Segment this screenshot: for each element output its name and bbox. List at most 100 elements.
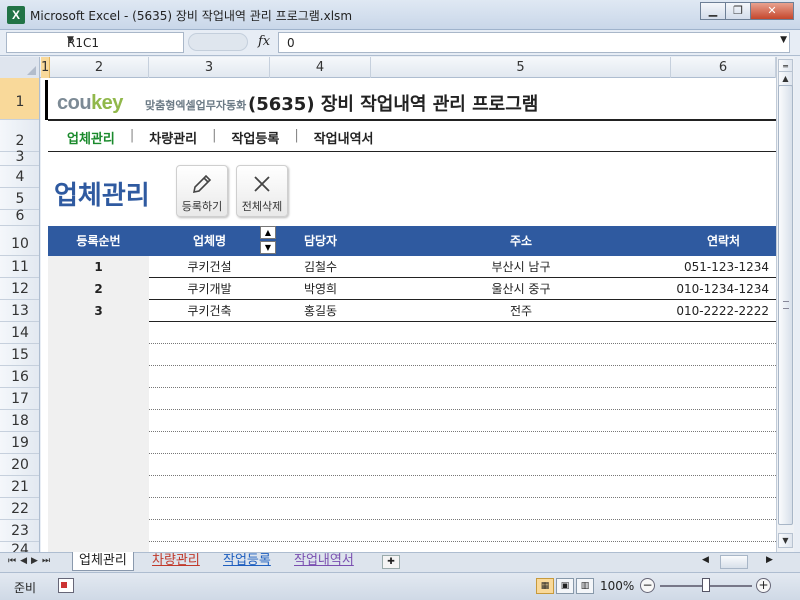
formula-input[interactable]: 0 ▼ — [278, 32, 790, 53]
column-header-3[interactable]: 3 — [149, 57, 270, 78]
expand-formula-icon[interactable]: ▼ — [780, 35, 787, 45]
row-header[interactable]: 18 — [0, 410, 39, 432]
sort-ascending-button[interactable]: ▲ — [260, 226, 276, 239]
row-header[interactable]: 19 — [0, 432, 39, 454]
page-layout-view-icon[interactable]: ▣ — [556, 578, 574, 594]
window-controls: ▁ ❐ ✕ — [700, 2, 794, 20]
row-header[interactable]: 12 — [0, 278, 39, 300]
zoom-out-button[interactable]: − — [640, 578, 655, 593]
row-header[interactable]: 17 — [0, 388, 39, 410]
insert-function-icon[interactable]: fx — [258, 34, 270, 49]
normal-view-icon[interactable]: ▦ — [536, 578, 554, 594]
row-header[interactable]: 22 — [0, 498, 39, 520]
program-title: (5635) 장비 작업내역 관리 프로그램 — [248, 94, 539, 115]
row-header[interactable]: 2 — [0, 120, 39, 152]
empty-row[interactable] — [48, 498, 776, 520]
nav-divider — [48, 151, 776, 152]
empty-row[interactable] — [48, 542, 776, 552]
restore-button[interactable]: ❐ — [725, 2, 751, 20]
row-header[interactable]: 10 — [0, 226, 39, 256]
horizontal-scrollbar[interactable]: ◀ ▶ — [700, 555, 790, 570]
row-header[interactable]: 3 — [0, 150, 39, 166]
page-break-view-icon[interactable]: ▥ — [576, 578, 594, 594]
nav-item-work-register[interactable]: 작업등록 — [231, 128, 279, 147]
zoom-in-button[interactable]: + — [756, 578, 771, 593]
empty-row[interactable] — [48, 454, 776, 476]
table-row[interactable]: 2 쿠키개발 박영희 울산시 중구 010-1234-1234 — [48, 278, 776, 300]
address-cell: 부산시 남구 — [491, 260, 551, 274]
column-header-4[interactable]: 4 — [270, 57, 371, 78]
table-row[interactable]: 3 쿠키건축 홍길동 전주 010-2222-2222 — [48, 300, 776, 322]
manager-cell: 김철수 — [303, 260, 338, 274]
main-nav: 업체관리 | 차량관리 | 작업등록 | 작업내역서 — [67, 128, 389, 147]
sheet-tab-vehicle[interactable]: 차량관리 — [146, 552, 206, 571]
row-header[interactable]: 14 — [0, 322, 39, 344]
empty-row[interactable] — [48, 322, 776, 344]
scroll-up-button[interactable]: ▲ — [778, 71, 793, 86]
title-bar: X Microsoft Excel - (5635) 장비 작업내역 관리 프로… — [0, 0, 800, 30]
sheet-tab-work-register[interactable]: 작업등록 — [217, 552, 277, 571]
formula-tools: fx — [188, 32, 276, 53]
company-cell: 쿠키건축 — [187, 304, 232, 318]
insert-sheet-icon[interactable]: ✚ — [382, 555, 400, 569]
empty-row[interactable] — [48, 520, 776, 542]
column-phone-header: 연락처 — [706, 234, 741, 248]
empty-row[interactable] — [48, 432, 776, 454]
row-header[interactable]: 11 — [0, 256, 39, 278]
row-header[interactable]: 15 — [0, 344, 39, 366]
row-header[interactable]: 5 — [0, 188, 39, 210]
scroll-left-button[interactable]: ◀ — [702, 555, 709, 565]
phone-cell: 051-123-1234 — [683, 260, 769, 274]
vertical-scroll-thumb[interactable] — [778, 85, 793, 525]
empty-row[interactable] — [48, 410, 776, 432]
row-header[interactable]: 16 — [0, 366, 39, 388]
scroll-right-button[interactable]: ▶ — [766, 555, 773, 565]
worksheet[interactable]: coukey 맞춤형엑셀업무자동화 (5635) 장비 작업내역 관리 프로그램… — [41, 78, 776, 552]
scroll-down-button[interactable]: ▼ — [778, 533, 793, 548]
excel-app-icon[interactable]: X — [7, 6, 25, 24]
tab-navigation-arrows[interactable]: ⏮◀▶⏭ — [8, 556, 54, 566]
empty-row[interactable] — [48, 388, 776, 410]
select-all-corner[interactable] — [0, 57, 40, 78]
row-header[interactable]: 6 — [0, 209, 39, 226]
macro-record-icon[interactable] — [58, 578, 74, 593]
sort-descending-button[interactable]: ▼ — [260, 241, 276, 254]
row-header[interactable]: 1 — [0, 78, 39, 120]
empty-row[interactable] — [48, 366, 776, 388]
status-bar: 준비 ▦ ▣ ▥ 100% − + — [0, 572, 800, 600]
vertical-scrollbar[interactable]: ═ ▲ ▼ — [776, 57, 794, 552]
minimize-button[interactable]: ▁ — [700, 2, 726, 20]
column-header-1[interactable]: 1 — [41, 57, 50, 78]
formula-bar: R1C1 ▼ fx 0 ▼ — [0, 30, 800, 56]
delete-all-button[interactable]: 전체삭제 — [236, 165, 288, 217]
table-row[interactable]: 1 쿠키건설 김철수 부산시 남구 051-123-1234 — [48, 256, 776, 278]
zoom-level[interactable]: 100% — [600, 579, 634, 593]
horizontal-scroll-thumb[interactable] — [720, 555, 748, 569]
register-button[interactable]: 등록하기 — [176, 165, 228, 217]
empty-row[interactable] — [48, 476, 776, 498]
nav-item-company[interactable]: 업체관리 — [67, 128, 115, 147]
pencil-icon — [177, 172, 227, 196]
row-header[interactable]: 23 — [0, 520, 39, 542]
row-header[interactable]: 21 — [0, 476, 39, 498]
row-header[interactable]: 4 — [0, 166, 39, 188]
nav-item-work-report[interactable]: 작업내역서 — [314, 128, 374, 147]
name-box[interactable]: R1C1 ▼ — [6, 32, 184, 53]
sheet-tab-company[interactable]: 업체관리 — [72, 552, 134, 571]
row-header[interactable]: 13 — [0, 300, 39, 322]
table-header: 등록순번 업체명 담당자 주소 연락처 ▲ ▼ — [48, 226, 776, 256]
column-header-2[interactable]: 2 — [50, 57, 149, 78]
row-header[interactable]: 24 — [0, 542, 39, 552]
row-header[interactable]: 20 — [0, 454, 39, 476]
column-header-6[interactable]: 6 — [671, 57, 776, 78]
sheet-tab-work-report[interactable]: 작업내역서 — [288, 552, 360, 571]
column-manager-header: 담당자 — [303, 234, 338, 248]
nav-item-vehicle[interactable]: 차량관리 — [149, 128, 197, 147]
chevron-down-icon[interactable]: ▼ — [67, 35, 179, 45]
zoom-slider-thumb[interactable] — [702, 578, 710, 592]
formula-expand-handle[interactable] — [188, 33, 248, 51]
empty-row[interactable] — [48, 344, 776, 366]
header-divider — [48, 119, 776, 121]
column-header-5[interactable]: 5 — [371, 57, 671, 78]
close-button[interactable]: ✕ — [750, 2, 794, 20]
